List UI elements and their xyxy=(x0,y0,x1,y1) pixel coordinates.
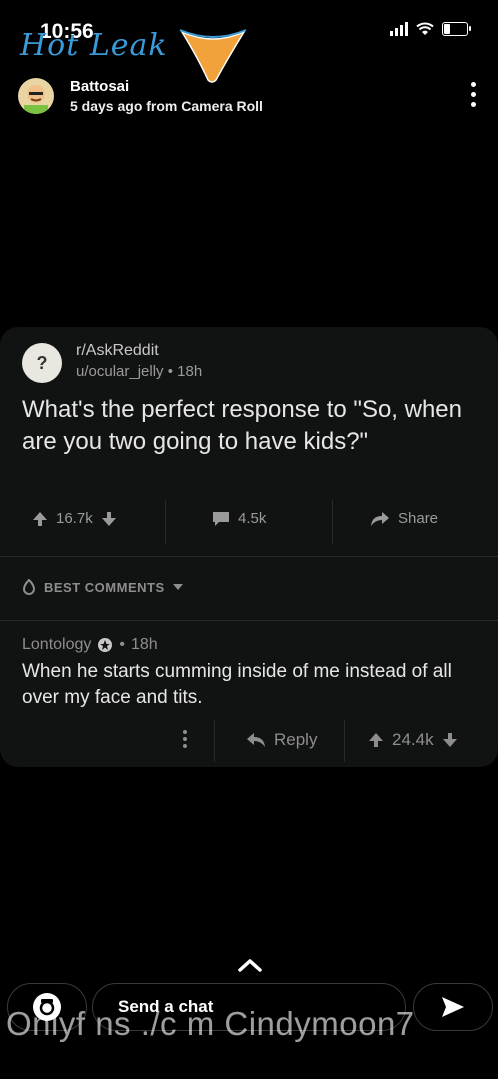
comment-score: 24.4k xyxy=(392,730,434,749)
wifi-icon xyxy=(416,22,434,35)
more-icon xyxy=(183,730,187,748)
subreddit-name: r/AskReddit xyxy=(76,342,159,359)
upvote-icon xyxy=(33,511,47,526)
chevron-up-icon[interactable] xyxy=(238,958,262,972)
comment-age: 18h xyxy=(131,636,158,653)
chevron-down-icon xyxy=(172,584,183,590)
send-icon xyxy=(442,997,464,1017)
divider xyxy=(332,500,333,544)
signal-icon xyxy=(390,22,408,36)
hot-leak-sticker: Hot Leak xyxy=(20,28,168,63)
best-comments-sort: BEST COMMENTS xyxy=(22,579,183,595)
comment-vote-group: 24.4k xyxy=(368,730,458,750)
divider xyxy=(344,720,345,762)
subreddit-icon: ? xyxy=(22,343,62,383)
post-title: What's the perfect response to "So, when… xyxy=(22,396,463,455)
share-icon xyxy=(371,511,389,526)
best-comments-label: BEST COMMENTS xyxy=(44,579,165,595)
post-author: u/ocular_jelly • 18h xyxy=(76,363,203,380)
comment-body: When he starts cumming inside of me inst… xyxy=(22,661,452,708)
vote-group: 16.7k xyxy=(32,510,117,527)
post-timestamp: 5 days ago from Camera Roll xyxy=(70,98,263,114)
username[interactable]: Battosai xyxy=(70,78,129,95)
comment-author: Lontology xyxy=(22,636,92,653)
avatar[interactable] xyxy=(18,78,54,114)
divider xyxy=(165,500,166,544)
upvote-count: 16.7k xyxy=(56,510,93,527)
flame-icon xyxy=(22,579,36,595)
reply-label: Reply xyxy=(274,730,318,749)
send-button[interactable] xyxy=(413,983,493,1031)
post-author-name: u/ocular_jelly xyxy=(76,363,164,380)
reply-group: Reply xyxy=(246,730,317,750)
downvote-icon xyxy=(442,733,457,747)
divider xyxy=(0,620,498,621)
comment-group: 4.5k xyxy=(212,510,266,527)
share-group: Share xyxy=(370,510,438,527)
downvote-icon xyxy=(101,511,116,526)
status-icons xyxy=(390,22,471,36)
menu-icon[interactable] xyxy=(471,82,476,107)
battery-icon xyxy=(442,22,471,36)
comment-count: 4.5k xyxy=(238,510,267,527)
reply-icon xyxy=(247,733,265,747)
watermark: Onlyf ns ./c m Cindymoon7 xyxy=(6,1005,415,1042)
post-age: 18h xyxy=(177,363,203,380)
divider xyxy=(214,720,215,762)
comment-icon xyxy=(213,511,229,526)
bikini-sticker-icon xyxy=(179,29,247,83)
upvote-icon xyxy=(369,733,383,747)
share-label: Share xyxy=(398,510,439,527)
divider xyxy=(0,556,498,557)
comment-author-row: Lontology • 18h xyxy=(22,636,158,653)
gold-award-icon xyxy=(98,638,113,652)
